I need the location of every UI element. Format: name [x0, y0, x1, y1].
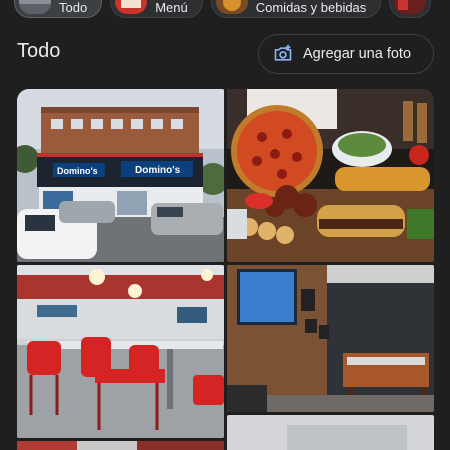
- chip-more[interactable]: [389, 0, 432, 18]
- photo-dining-room[interactable]: [17, 265, 224, 438]
- add-photo-button[interactable]: Agregar una foto: [258, 34, 434, 74]
- photo-partial-bottom-right[interactable]: [227, 415, 434, 450]
- chip-menu[interactable]: Menú: [110, 0, 203, 18]
- photo-partial-bottom-left[interactable]: [17, 441, 224, 450]
- chip-thumbnail: [215, 0, 248, 14]
- chip-label: Todo: [59, 0, 88, 15]
- chip-label: Comidas y bebidas: [255, 0, 367, 15]
- photos-page: Todo Menú Comidas y bebidas Todo Agregar…: [0, 0, 450, 450]
- chip-comidas-y-bebidas[interactable]: Comidas y bebidas: [210, 0, 382, 18]
- photo-filter-chips: Todo Menú Comidas y bebidas: [14, 0, 432, 18]
- sign-text-right: Domino's: [135, 165, 181, 176]
- sign-text-left: Domino's: [57, 166, 98, 176]
- photo-food-spread[interactable]: [227, 89, 434, 262]
- chip-thumbnail: [115, 0, 148, 14]
- photo-game-room[interactable]: [227, 265, 434, 412]
- add-photo-camera-icon: [273, 44, 293, 64]
- section-title: Todo: [17, 40, 61, 62]
- chip-label: Menú: [155, 0, 188, 15]
- photo-storefront[interactable]: Domino's Domino's: [17, 89, 224, 262]
- chip-todo[interactable]: Todo: [14, 0, 103, 18]
- chip-thumbnail: [394, 0, 427, 14]
- add-photo-label: Agregar una foto: [303, 46, 412, 62]
- chip-thumbnail: [19, 0, 51, 14]
